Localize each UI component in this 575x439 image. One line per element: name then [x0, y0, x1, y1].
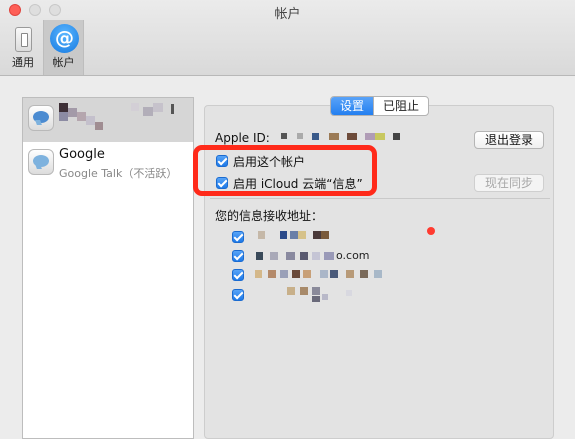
account-type: Google Talk（不活跃） [59, 167, 178, 180]
account-item-imessage[interactable] [23, 98, 193, 142]
messages-icon [28, 149, 54, 175]
address-checkbox[interactable] [232, 289, 244, 301]
annotation-highlight-box [193, 145, 377, 196]
apple-id-label: Apple ID: [215, 131, 270, 145]
section-divider [210, 198, 550, 199]
tab-settings[interactable]: 设置 [331, 97, 374, 115]
toolbar-accounts-label: 帐户 [52, 56, 75, 69]
account-item-google[interactable]: Google Google Talk（不活跃） [23, 142, 193, 186]
switch-icon [15, 27, 32, 52]
address-checkbox[interactable] [232, 269, 244, 281]
address-checkbox[interactable] [232, 231, 244, 243]
window-title: 帐户 [274, 7, 301, 22]
account-list: Google Google Talk（不活跃） [22, 97, 194, 439]
detail-tabs: 设置 已阻止 [330, 96, 430, 116]
tab-blocked[interactable]: 已阻止 [373, 97, 428, 115]
address-checkbox[interactable] [232, 250, 244, 262]
annotation-dot [427, 227, 435, 235]
address-text: o.com [336, 249, 370, 262]
window-toolbar: 帐户 通用 @ 帐户 [0, 0, 575, 76]
toolbar-general-label: 通用 [12, 56, 34, 69]
receive-addresses-title: 您的信息接收地址： [215, 209, 324, 223]
account-name: Google [59, 147, 105, 162]
toolbar-accounts-tab[interactable]: @ 帐户 [43, 20, 84, 75]
at-sign-icon: @ [50, 24, 79, 53]
messages-icon [28, 105, 54, 131]
toolbar-general-tab[interactable]: 通用 [5, 20, 41, 75]
logout-button[interactable]: 退出登录 [474, 131, 544, 149]
sync-now-button[interactable]: 现在同步 [474, 174, 544, 192]
